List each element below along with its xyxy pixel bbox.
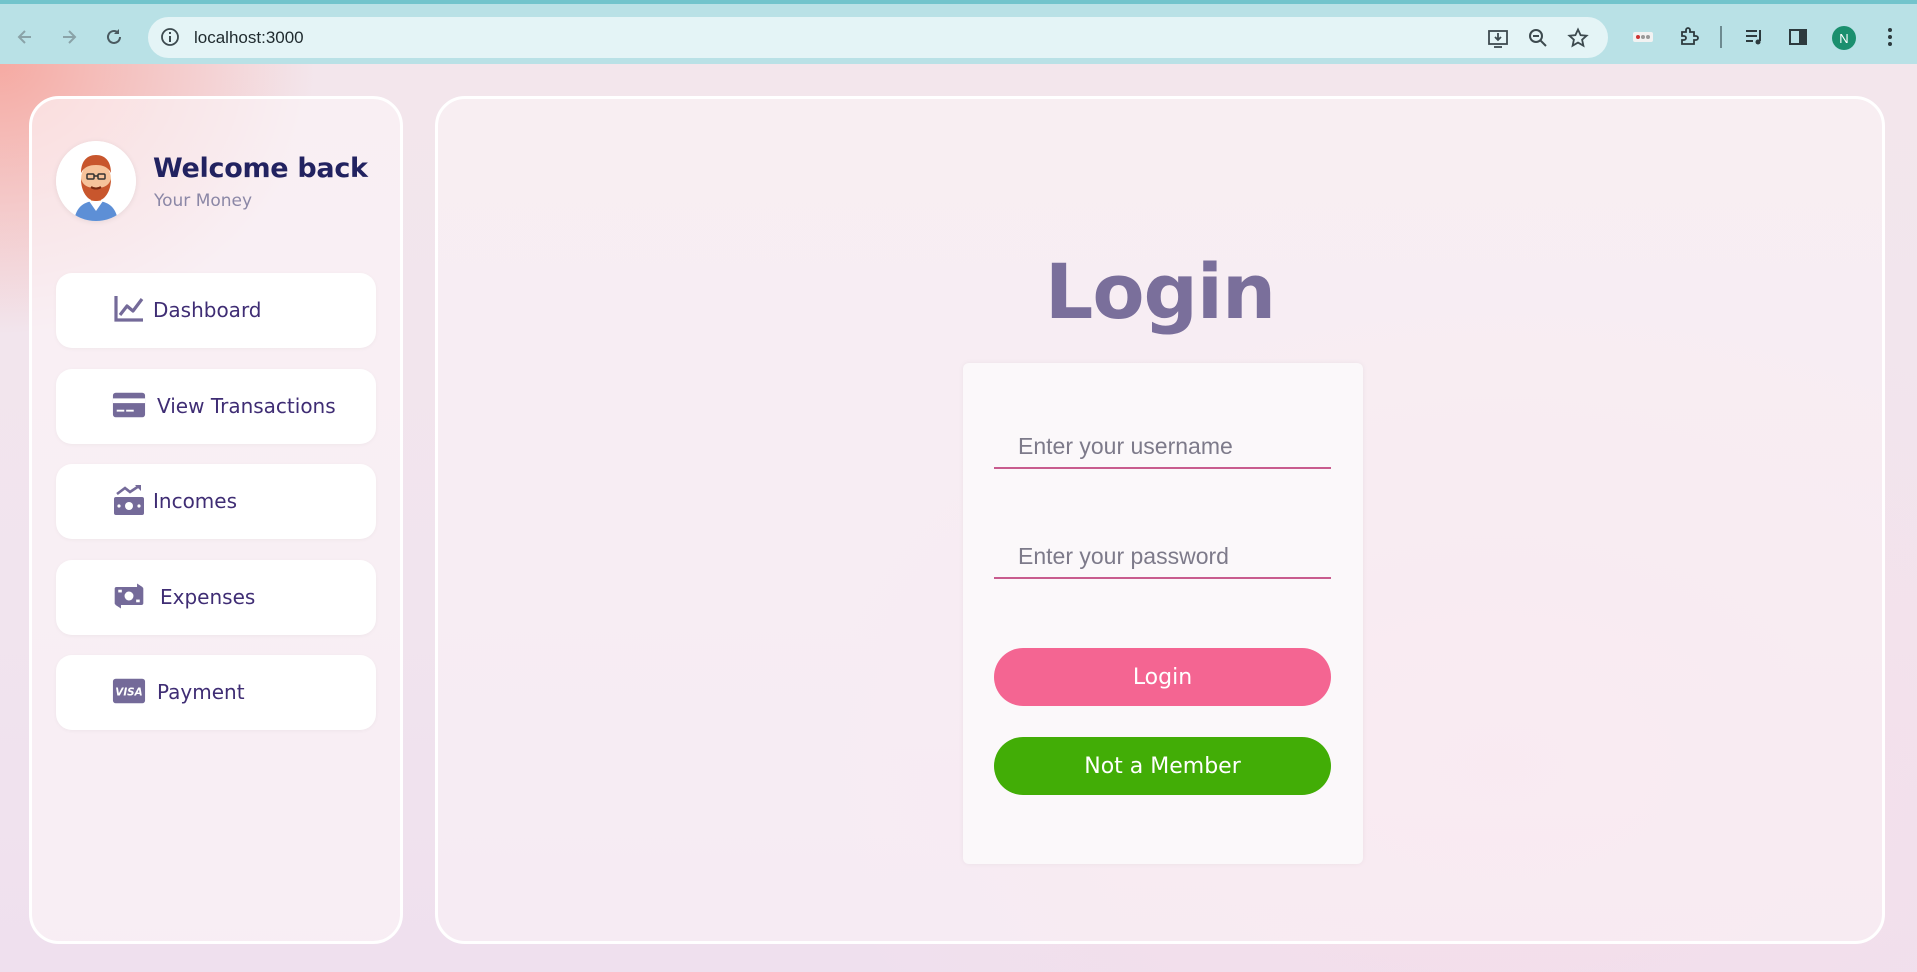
sidebar-item-label: Expenses (160, 585, 256, 609)
avatar (56, 141, 136, 221)
password-input[interactable] (994, 535, 1331, 579)
back-icon[interactable] (10, 22, 40, 52)
svg-text:VISA: VISA (115, 687, 142, 699)
extension-badge-icon[interactable] (1630, 24, 1656, 50)
reload-icon[interactable] (99, 22, 129, 52)
chart-line-icon (112, 293, 146, 325)
profile-avatar[interactable]: N (1832, 26, 1856, 50)
zoom-icon[interactable] (1526, 26, 1550, 50)
login-button[interactable]: Login (994, 648, 1331, 706)
page-background: Welcome back Your Money Dashboard View T… (0, 64, 1917, 972)
sidebar-item-payment[interactable]: VISA Payment (56, 655, 376, 730)
money-bill-transfer-icon (112, 580, 146, 612)
sidebar: Welcome back Your Money Dashboard View T… (29, 96, 403, 944)
sidebar-item-expenses[interactable]: Expenses (56, 560, 376, 635)
sidebar-item-label: Dashboard (153, 298, 262, 322)
browser-toolbar: localhost:3000 N (0, 0, 1917, 64)
page-title: Login (1044, 247, 1276, 336)
sidebar-item-label: View Transactions (157, 394, 336, 418)
forward-icon[interactable] (54, 22, 84, 52)
bookmark-star-icon[interactable] (1566, 26, 1590, 50)
toolbar-divider (1720, 26, 1722, 48)
more-menu-icon[interactable] (1877, 24, 1903, 50)
sidebar-item-incomes[interactable]: Incomes (56, 464, 376, 539)
user-profile: Welcome back Your Money (56, 141, 376, 225)
money-bill-trend-icon (112, 484, 146, 516)
credit-card-icon (112, 389, 146, 421)
sidebar-item-label: Payment (157, 680, 245, 704)
sidebar-item-dashboard[interactable]: Dashboard (56, 273, 376, 348)
address-bar[interactable]: localhost:3000 (148, 17, 1608, 58)
url-text: localhost:3000 (194, 28, 304, 47)
puzzle-extensions-icon[interactable] (1676, 24, 1702, 50)
main-panel: Login Login Not a Member (435, 96, 1885, 944)
login-card: Login Not a Member (963, 363, 1363, 864)
sidebar-item-label: Incomes (153, 489, 238, 513)
welcome-heading: Welcome back (153, 153, 368, 184)
not-a-member-button[interactable]: Not a Member (994, 737, 1331, 795)
install-icon[interactable] (1486, 26, 1510, 50)
username-input[interactable] (994, 425, 1331, 469)
profile-subtitle: Your Money (154, 191, 253, 211)
side-panel-icon[interactable] (1785, 24, 1811, 50)
sidebar-item-view-transactions[interactable]: View Transactions (56, 369, 376, 444)
visa-card-icon: VISA (112, 675, 146, 707)
media-queue-icon[interactable] (1741, 24, 1767, 50)
bearded-man-avatar-icon (56, 141, 136, 221)
site-info-icon[interactable] (160, 27, 180, 47)
